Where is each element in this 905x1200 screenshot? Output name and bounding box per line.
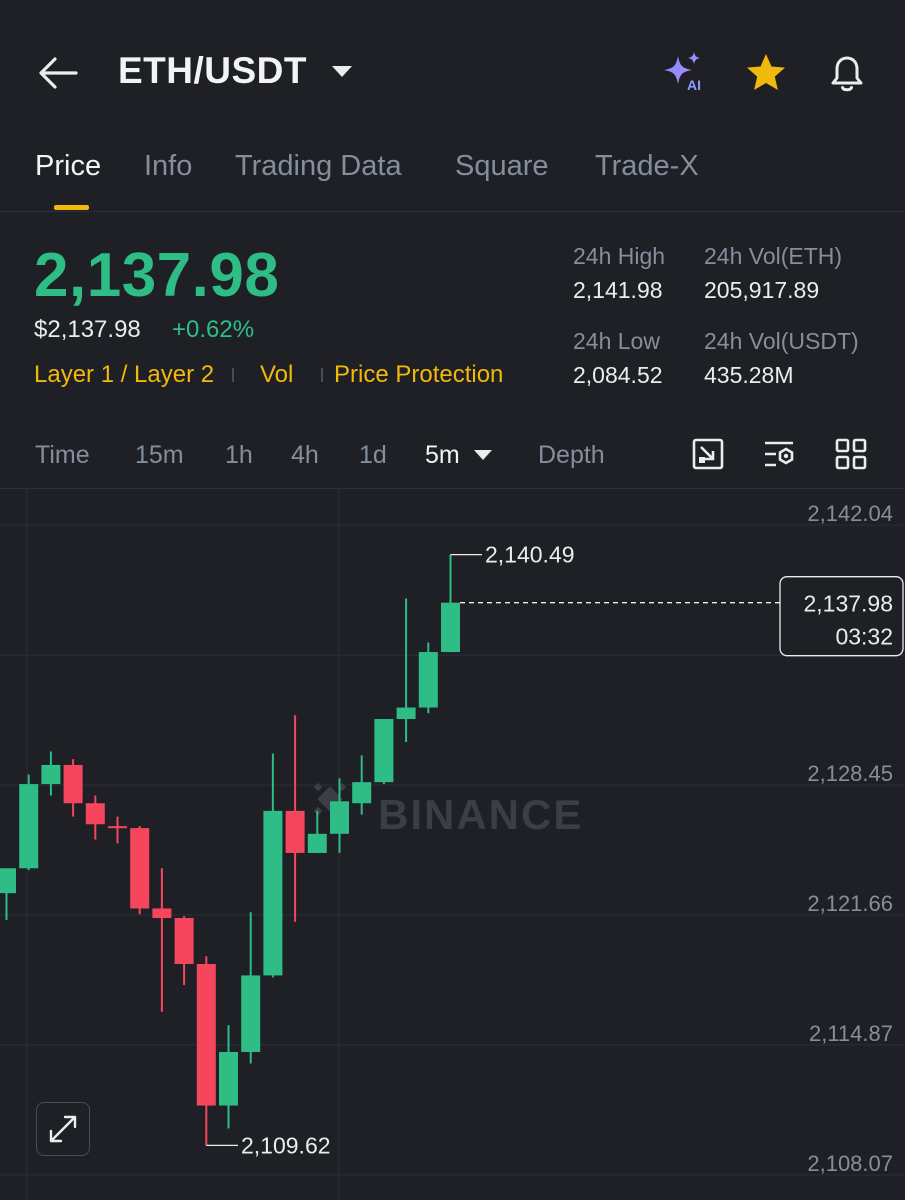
tag-layer[interactable]: Layer 1 / Layer 2	[34, 361, 214, 389]
tag-separator	[232, 368, 234, 382]
candle-body	[396, 707, 416, 720]
ai-sparkle-icon[interactable]: AI	[660, 50, 706, 96]
high-label: 24h High	[573, 243, 666, 269]
tf-1h[interactable]: 1h	[225, 441, 253, 470]
low-marker-label: 2,109.62	[241, 1132, 331, 1158]
usd-price: $2,137.98	[34, 316, 141, 343]
high-marker-label: 2,140.49	[485, 542, 575, 568]
candle-body	[19, 784, 39, 869]
vol-base-value: 205,917.89	[704, 277, 820, 303]
low-label: 24h Low	[573, 328, 660, 354]
candle-body	[152, 908, 172, 919]
candle-body	[418, 652, 438, 708]
tab-info[interactable]: Info	[144, 150, 192, 183]
candle-body	[130, 828, 150, 909]
candle-body	[307, 833, 327, 853]
crop-icon[interactable]	[691, 437, 725, 471]
candle-body	[374, 719, 394, 783]
tf-5m[interactable]: 5m	[425, 441, 460, 470]
y-tick-label: 2,121.66	[807, 891, 893, 916]
candle-body	[174, 918, 194, 964]
tag-price-protection[interactable]: Price Protection	[334, 361, 503, 389]
candle-body	[285, 810, 305, 853]
change-percent: +0.62%	[172, 316, 255, 343]
vol-quote-label: 24h Vol(USDT)	[704, 328, 859, 354]
star-icon[interactable]	[743, 50, 789, 96]
tab-trading-data[interactable]: Trading Data	[235, 150, 402, 183]
pair-dropdown-icon[interactable]	[332, 66, 352, 77]
indicator-settings-icon[interactable]	[762, 437, 796, 471]
candle-body	[263, 810, 283, 976]
vol-quote-value: 435.28M	[704, 362, 794, 388]
candle-body	[85, 803, 105, 825]
active-tab-indicator	[54, 205, 89, 210]
y-tick-label: 2,114.87	[809, 1021, 893, 1046]
tab-square[interactable]: Square	[455, 150, 549, 183]
pair-selector[interactable]: ETH/USDT	[118, 50, 307, 92]
candle-body	[196, 963, 216, 1106]
grid-layout-icon[interactable]	[834, 437, 868, 471]
bell-icon[interactable]	[824, 50, 870, 96]
countdown-label: 03:32	[835, 624, 893, 650]
high-value: 2,141.98	[573, 277, 663, 303]
candle-body	[241, 975, 261, 1052]
watermark-text: BINANCE	[378, 791, 583, 838]
tab-trade-x[interactable]: Trade-X	[595, 150, 699, 183]
low-value: 2,084.52	[573, 362, 663, 388]
candlestick-chart[interactable]: BINANCE 2,142.042,135.242,128.452,121.66…	[0, 489, 905, 1200]
tag-vol[interactable]: Vol	[260, 361, 293, 389]
vol-base-label: 24h Vol(ETH)	[704, 243, 843, 269]
tf-time[interactable]: Time	[35, 441, 90, 470]
tf-depth[interactable]: Depth	[538, 441, 605, 470]
candle-body	[41, 764, 61, 785]
tf-1d[interactable]: 1d	[359, 441, 387, 470]
tf-15m[interactable]: 15m	[135, 441, 184, 470]
back-arrow-icon[interactable]	[38, 56, 78, 90]
y-tick-label: 2,128.45	[807, 761, 893, 786]
last-price: 2,137.98	[34, 241, 280, 310]
tab-price[interactable]: Price	[35, 150, 101, 183]
candle-body	[219, 1051, 238, 1106]
fullscreen-button[interactable]	[36, 1102, 90, 1156]
ai-label: AI	[687, 77, 701, 93]
candle-body	[330, 801, 349, 834]
candle-body	[63, 764, 83, 804]
candle-body	[108, 826, 127, 829]
y-tick-label: 2,142.04	[807, 501, 893, 526]
tf-4h[interactable]: 4h	[291, 441, 319, 470]
current-price-label: 2,137.98	[803, 591, 893, 617]
candle-body	[441, 602, 460, 653]
tabs-divider	[0, 211, 905, 212]
candle-body	[352, 782, 372, 804]
tf-dropdown-icon[interactable]	[474, 450, 492, 460]
expand-icon	[49, 1115, 77, 1143]
candle-body	[0, 868, 16, 894]
y-tick-label: 2,108.07	[807, 1151, 893, 1176]
tag-separator	[321, 368, 323, 382]
